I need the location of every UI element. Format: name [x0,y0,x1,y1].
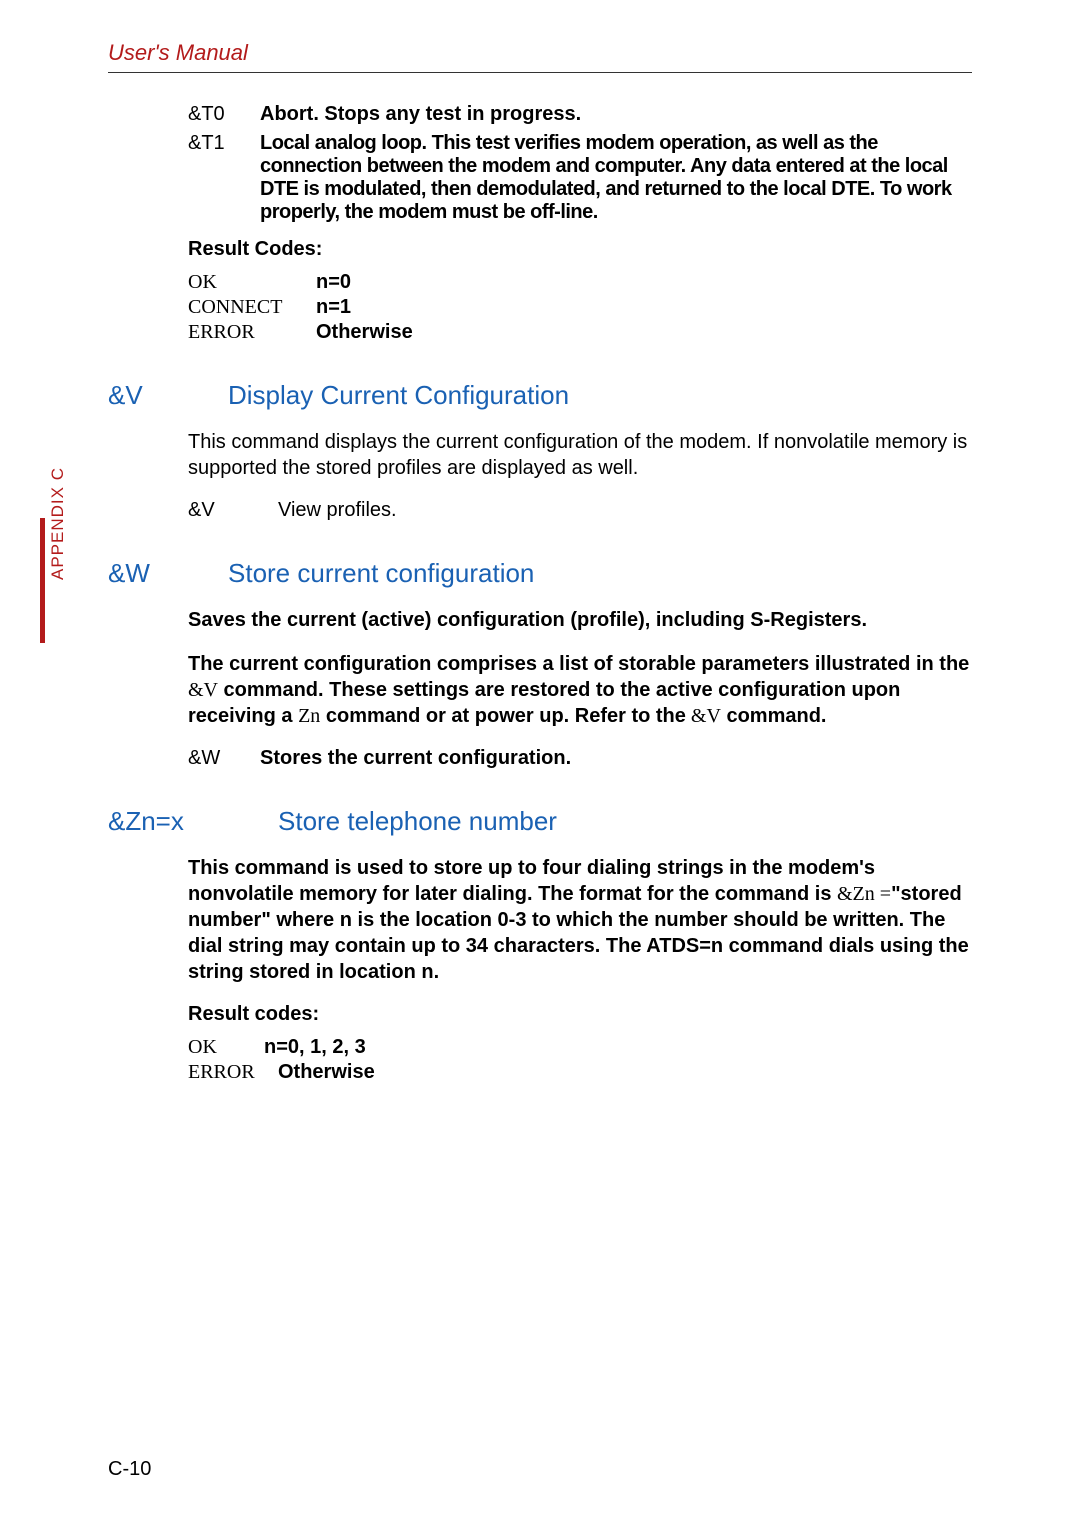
t-result-row: CONNECT n=1 [188,296,972,319]
z-result-b: n=0, 1, 2, 3 [264,1036,366,1059]
t1-row: &T1 Local analog loop. This test verifie… [188,132,972,224]
t-result-a: CONNECT [188,296,316,319]
t0-desc: Abort. Stops any test in progress. [260,103,972,126]
z-pre: This command is used to store up to four… [188,857,875,905]
page-header: User's Manual [108,40,972,73]
section-cmd-z: &Zn=x [108,806,258,837]
section-body-w1: Saves the current (active) configuration… [188,607,972,633]
v-row: &V View profiles. [188,499,972,522]
z-result-caption: Result codes: [188,1003,972,1026]
v-row-cmd: &V [188,499,278,522]
t-result-a: ERROR [188,321,316,344]
t-result-b: Otherwise [316,321,413,344]
z-result-row: ERROR Otherwise [188,1061,972,1084]
w-row-desc: Stores the current configuration. [260,747,972,770]
section-heading-z: &Zn=x Store telephone number [108,806,972,837]
page-footer: C-10 [108,1458,151,1481]
t1-desc: Local analog loop. This test verifies mo… [260,132,972,224]
t-result-caption: Result Codes: [188,238,972,261]
w2-post: command or at power up. Refer to the [320,705,686,727]
section-heading-w: &W Store current configuration [108,558,972,589]
t-result-row: ERROR Otherwise [188,321,972,344]
section-title-z: Store telephone number [278,806,557,837]
w2-pre: The current configuration comprises a li… [188,653,969,675]
w2-end: command. [721,705,827,727]
t-result-a: OK [188,271,316,294]
z-result-row: OK n=0, 1, 2, 3 [188,1036,972,1059]
z-c1: &Zn = [837,883,891,905]
section-title-v: Display Current Configuration [228,380,569,411]
w-row: &W Stores the current configuration. [188,747,972,770]
w-row-cmd: &W [188,747,260,770]
side-tab-bar [40,518,45,643]
section-body-v: This command displays the current config… [188,429,972,481]
section-body-w2: The current configuration comprises a li… [188,651,972,729]
z-result-a: ERROR [188,1061,278,1084]
w2-c1: &V [188,679,218,701]
w2-c2: Zn [298,705,320,727]
section-cmd-v: &V [108,380,208,411]
t0-cmd: &T0 [188,103,260,126]
content-area: &T0 Abort. Stops any test in progress. &… [188,103,972,1084]
t-result-b: n=1 [316,296,351,319]
section-title-w: Store current configuration [228,558,534,589]
z-result-a: OK [188,1036,264,1059]
section-heading-v: &V Display Current Configuration [108,380,972,411]
w2-c3: &V [686,705,721,727]
v-row-desc: View profiles. [278,499,972,522]
z-result-b: Otherwise [278,1061,375,1084]
t-result-b: n=0 [316,271,351,294]
section-cmd-w: &W [108,558,208,589]
t0-row: &T0 Abort. Stops any test in progress. [188,103,972,126]
side-tab: APPENDIX C [40,518,62,643]
t-result-row: OK n=0 [188,271,972,294]
page: User's Manual APPENDIX C &T0 Abort. Stop… [0,0,1080,1529]
section-body-z: This command is used to store up to four… [188,855,972,985]
t1-cmd: &T1 [188,132,260,224]
side-tab-label: APPENDIX C [48,467,68,580]
